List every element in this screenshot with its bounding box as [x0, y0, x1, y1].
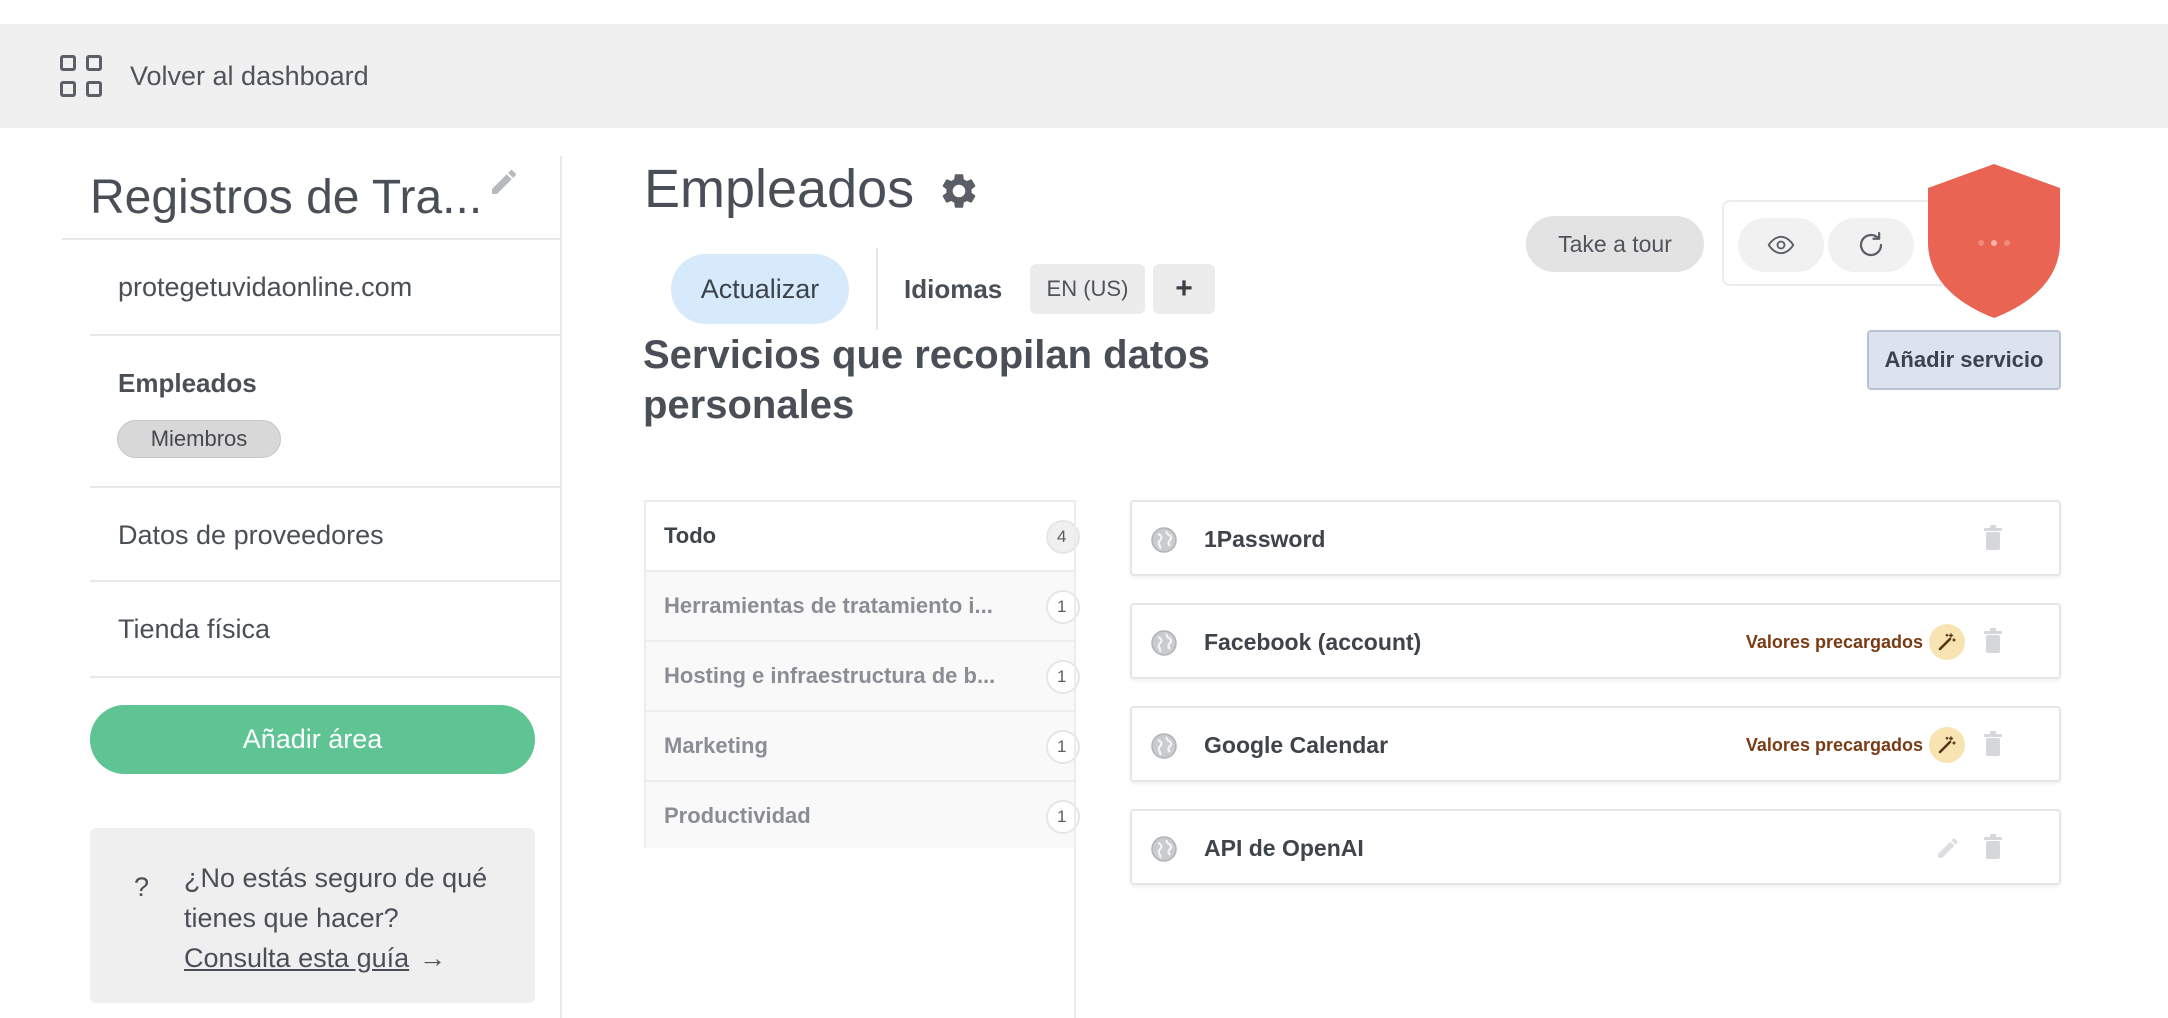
category-item-herramientas[interactable]: Herramientas de tratamiento i... 1 [646, 572, 1080, 642]
globe-icon [1151, 733, 1177, 759]
add-area-button[interactable]: Añadir área [90, 705, 535, 774]
sidebar-item-domain[interactable]: protegetuvidaonline.com [118, 272, 412, 303]
magic-wand-icon [1938, 736, 1956, 754]
sidebar-header: Registros de Tra... [90, 156, 530, 238]
service-name: 1Password [1204, 526, 1326, 552]
preview-button[interactable] [1738, 218, 1824, 272]
sidebar-item-tienda[interactable]: Tienda física [118, 614, 270, 645]
category-list: Todo 4 Herramientas de tratamiento i... … [644, 500, 1080, 848]
globe-icon [1151, 630, 1177, 656]
add-service-button[interactable]: Añadir servicio [1867, 330, 2061, 390]
trash-icon[interactable] [1981, 627, 2005, 655]
category-item-todo[interactable]: Todo 4 [646, 502, 1080, 572]
service-card-1password[interactable]: 1Password [1130, 500, 2061, 576]
trash-icon[interactable] [1981, 833, 2005, 861]
service-name: Google Calendar [1204, 732, 1389, 758]
sidebar-item-proveedores[interactable]: Datos de proveedores [118, 520, 384, 551]
help-guide-link[interactable]: Consulta esta guía [184, 943, 409, 973]
service-name: API de OpenAI [1204, 835, 1364, 861]
category-item-marketing[interactable]: Marketing 1 [646, 712, 1080, 782]
language-pill-en-us[interactable]: EN (US) [1030, 264, 1145, 314]
refresh-button[interactable] [1828, 218, 1914, 272]
globe-icon [1151, 527, 1177, 553]
gear-icon[interactable] [938, 170, 980, 212]
preloaded-values-label: Valores precargados [1745, 632, 1923, 652]
update-button[interactable]: Actualizar [671, 254, 849, 324]
magic-wand-icon [1938, 633, 1956, 651]
category-item-hosting[interactable]: Hosting e infraestructura de b... 1 [646, 642, 1080, 712]
category-name: Hosting e infraestructura de b... [664, 663, 996, 688]
help-text: ¿No estás seguro de qué tienes que hacer… [184, 863, 488, 933]
service-card-openai[interactable]: API de OpenAI [1130, 809, 2061, 885]
category-name: Herramientas de tratamiento i... [664, 593, 993, 618]
languages-label: Idiomas [904, 274, 1003, 304]
magic-wand-button[interactable] [1929, 727, 1965, 763]
divider [90, 486, 562, 488]
divider [90, 580, 562, 582]
divider [62, 238, 562, 240]
back-to-dashboard-label: Volver al dashboard [130, 60, 369, 91]
pencil-icon[interactable] [1935, 835, 1961, 861]
divider [90, 334, 562, 336]
top-bar: Volver al dashboard [0, 24, 2168, 128]
shield-icon[interactable] [1926, 162, 2062, 320]
back-to-dashboard-link[interactable]: Volver al dashboard [60, 52, 369, 100]
help-text-block: ¿No estás seguro de qué tienes que hacer… [184, 858, 514, 978]
globe-icon [1151, 836, 1177, 862]
category-item-productividad[interactable]: Productividad 1 [646, 782, 1080, 848]
sidebar: Registros de Tra... protegetuvidaonline.… [62, 156, 562, 1018]
divider [876, 248, 878, 330]
category-name: Productividad [664, 803, 811, 828]
sidebar-item-empleados[interactable]: Empleados [118, 368, 257, 399]
help-question-icon: ? [134, 872, 150, 902]
eye-icon [1767, 235, 1795, 255]
grid-icon [60, 55, 102, 97]
service-card-google-calendar[interactable]: Google Calendar Valores precargados [1130, 706, 2061, 782]
sidebar-title: Registros de Tra... [90, 170, 483, 224]
add-language-button[interactable]: + [1153, 264, 1215, 314]
sidebar-badge-miembros[interactable]: Miembros [117, 420, 281, 458]
category-name: Marketing [664, 733, 768, 758]
arrow-right-icon[interactable]: → [419, 938, 446, 978]
category-name: Todo [664, 523, 717, 548]
magic-wand-button[interactable] [1929, 624, 1965, 660]
trash-icon[interactable] [1981, 524, 2005, 552]
refresh-icon [1859, 232, 1883, 257]
divider [90, 676, 562, 678]
take-tour-button[interactable]: Take a tour [1526, 216, 1704, 272]
pencil-icon[interactable] [488, 166, 520, 198]
preloaded-values-label: Valores precargados [1745, 735, 1923, 755]
service-card-facebook[interactable]: Facebook (account) Valores precargados [1130, 603, 2061, 679]
service-name: Facebook (account) [1204, 629, 1422, 655]
section-heading: Servicios que recopilan datos personales [643, 333, 1210, 427]
page-title: Empleados [644, 159, 915, 219]
trash-icon[interactable] [1981, 730, 2005, 758]
help-box: ? ¿No estás seguro de qué tienes que hac… [90, 828, 535, 1003]
divider [1074, 500, 1076, 1018]
